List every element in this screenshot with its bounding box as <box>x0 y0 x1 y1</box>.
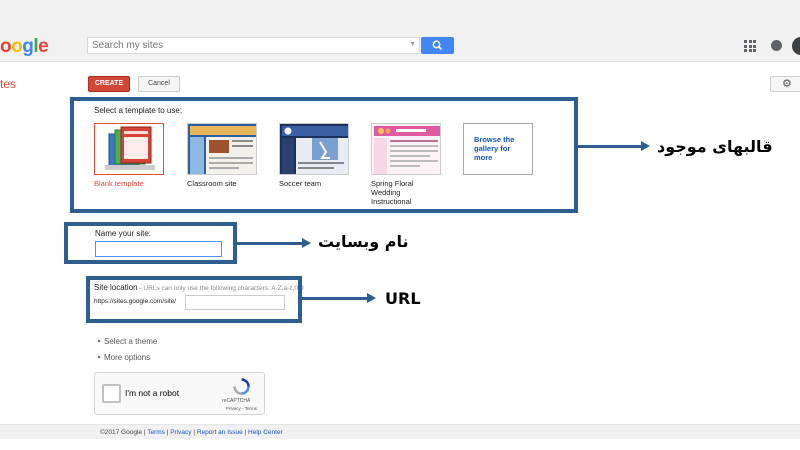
expand-arrow-icon: ‣ <box>97 337 104 346</box>
expand-arrow-icon: ‣ <box>97 353 104 362</box>
sites-app-label: tes <box>0 77 17 91</box>
copyright-text: ©2017 Google <box>100 429 143 436</box>
more-options-label: More options <box>103 353 151 362</box>
annotation-box-site-name <box>64 222 237 264</box>
cancel-button[interactable]: Cancel <box>138 76 180 92</box>
footer-help-link[interactable]: Help Center <box>248 429 283 436</box>
apps-grid-icon[interactable] <box>744 40 756 52</box>
search-dropdown-icon[interactable]: ▼ <box>409 41 416 48</box>
annotation-arrow-url <box>302 293 376 303</box>
logo-letter-o1: o <box>0 36 12 57</box>
recaptcha-links: Privacy - Terms <box>226 406 257 411</box>
recaptcha-terms-link[interactable]: Terms <box>245 406 257 411</box>
settings-button[interactable]: ⚙ <box>770 76 800 92</box>
footer-links: ©2017 Google | Terms | Privacy | Report … <box>100 429 283 436</box>
recaptcha-label: I'm not a robot <box>125 388 180 398</box>
logo-letter-g: g <box>22 36 34 57</box>
recaptcha-privacy-link[interactable]: Privacy <box>226 406 241 411</box>
footer: ©2017 Google | Terms | Privacy | Report … <box>0 424 800 439</box>
gear-icon: ⚙ <box>782 78 792 90</box>
annotation-box-templates <box>70 97 578 213</box>
search-icon <box>432 40 443 51</box>
recaptcha-widget: I'm not a robot reCAPTCHA Privacy - Term… <box>94 372 265 415</box>
footer-report-link[interactable]: Report an Issue <box>197 429 243 436</box>
logo-letter-e: e <box>38 36 49 57</box>
recaptcha-logo-icon <box>233 378 250 395</box>
annotation-text-url: URL <box>385 289 421 308</box>
search-input[interactable] <box>88 38 388 53</box>
annotation-box-url <box>86 276 302 323</box>
google-logo[interactable]: oogle <box>0 36 49 58</box>
annotation-text-site-name: نام وبسایت <box>318 232 409 251</box>
annotation-text-templates: قالبهای موجود <box>657 137 773 156</box>
top-bar: oogle ▼ <box>0 0 800 62</box>
recaptcha-checkbox[interactable] <box>102 384 121 403</box>
search-box: ▼ <box>87 37 420 54</box>
account-avatar[interactable] <box>792 37 800 55</box>
recaptcha-brand: reCAPTCHA <box>222 398 251 404</box>
select-theme-toggle[interactable]: ‣ Select a theme <box>97 337 157 346</box>
footer-privacy-link[interactable]: Privacy <box>170 429 191 436</box>
create-button[interactable]: CREATE <box>88 76 130 92</box>
annotation-arrow-templates <box>578 141 650 151</box>
notifications-icon[interactable] <box>771 40 782 51</box>
footer-terms-link[interactable]: Terms <box>147 429 165 436</box>
logo-letter-o2: o <box>11 36 23 57</box>
annotation-arrow-site-name <box>237 238 311 248</box>
select-theme-label: Select a theme <box>103 337 158 346</box>
search-button[interactable] <box>421 37 454 54</box>
more-options-toggle[interactable]: ‣ More options <box>97 353 150 362</box>
